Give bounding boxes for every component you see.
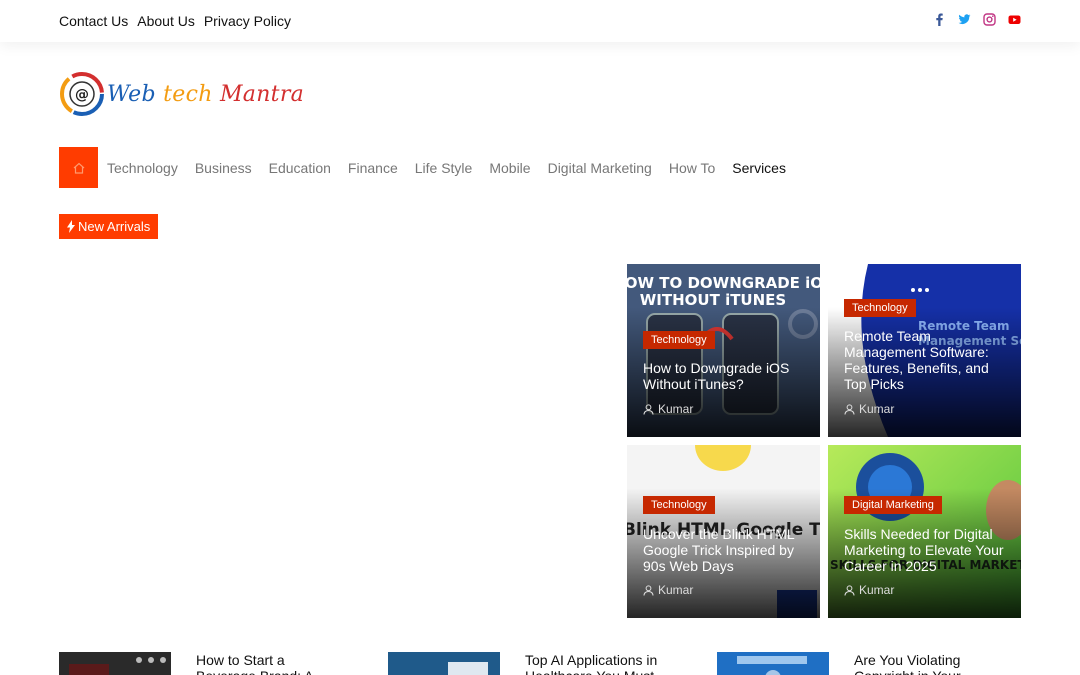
privacy-policy-link[interactable]: Privacy Policy: [204, 13, 291, 29]
twitter-icon[interactable]: [958, 13, 971, 26]
card-category[interactable]: Technology: [643, 331, 715, 349]
bottom-post-thumbnail: [59, 652, 171, 675]
bottom-post-title[interactable]: How to Start a Beverage Brand: A Step-by…: [196, 652, 341, 675]
bottom-post-title[interactable]: Top AI Applications in Healthcare You Mu…: [525, 652, 670, 675]
nav-technology[interactable]: Technology: [107, 160, 178, 176]
user-icon: [643, 584, 654, 596]
main-nav: Technology Business Education Finance Li…: [59, 147, 794, 188]
site-logo[interactable]: @ Web tech Mantra: [59, 70, 304, 118]
logo-text-web: Web: [107, 81, 164, 107]
nav-education[interactable]: Education: [269, 160, 331, 176]
card-category[interactable]: Digital Marketing: [844, 496, 942, 514]
card-title[interactable]: Skills Needed for Digital Marketing to E…: [844, 526, 1009, 574]
card-author[interactable]: Kumar: [844, 402, 894, 416]
nav-services[interactable]: Services: [732, 160, 786, 176]
logo-text-mantra: Mantra: [219, 81, 305, 107]
about-us-link[interactable]: About Us: [137, 13, 195, 29]
post-card[interactable]: SKILLS FOR DIGITAL MARKETING Digital Mar…: [828, 445, 1021, 618]
card-category[interactable]: Technology: [643, 496, 715, 514]
bottom-post-title[interactable]: Are You Violating Copyright in Your Bran…: [854, 652, 999, 675]
post-card[interactable]: Blink HTML Google Tric Technology Uncove…: [627, 445, 820, 618]
logo-text-tech: tech: [163, 81, 220, 107]
nav-business[interactable]: Business: [195, 160, 252, 176]
card-author-name: Kumar: [658, 402, 694, 416]
bottom-post[interactable]: Top AI Applications in Healthcare You Mu…: [388, 652, 670, 675]
card-author[interactable]: Kumar: [643, 402, 693, 416]
bolt-icon: [67, 220, 75, 233]
card-category[interactable]: Technology: [844, 299, 916, 317]
logo-mark-icon: @: [60, 72, 104, 116]
nav-digital-marketing[interactable]: Digital Marketing: [548, 160, 652, 176]
post-card[interactable]: HOW TO DOWNGRADE iOS WITHOUT iTUNES Tech…: [627, 264, 820, 437]
instagram-icon[interactable]: [983, 13, 996, 26]
nav-mobile[interactable]: Mobile: [489, 160, 530, 176]
top-links: Contact Us About Us Privacy Policy: [59, 13, 291, 29]
new-arrivals-label: New Arrivals: [78, 219, 151, 234]
nav-life-style[interactable]: Life Style: [415, 160, 473, 176]
home-button[interactable]: [59, 147, 98, 188]
youtube-icon[interactable]: [1008, 13, 1021, 26]
bottom-post-thumbnail: [717, 652, 829, 675]
nav-finance[interactable]: Finance: [348, 160, 398, 176]
card-author[interactable]: Kumar: [844, 583, 894, 597]
card-title[interactable]: Uncover the Blink HTML Google Trick Insp…: [643, 526, 808, 574]
facebook-icon[interactable]: [933, 13, 946, 26]
card-author-name: Kumar: [859, 402, 895, 416]
post-card[interactable]: Remote Team Management So Technology Rem…: [828, 264, 1021, 437]
bottom-post-thumbnail: [388, 652, 500, 675]
home-icon: [73, 162, 84, 174]
user-icon: [844, 584, 855, 596]
social-links: [933, 13, 1021, 26]
user-icon: [643, 403, 654, 415]
new-arrivals-badge: New Arrivals: [59, 214, 159, 239]
card-title[interactable]: How to Downgrade iOS Without iTunes?: [643, 360, 808, 392]
card-author-name: Kumar: [658, 583, 694, 597]
card-title[interactable]: Remote Team Management Software: Feature…: [844, 328, 1009, 392]
bottom-post[interactable]: How to Start a Beverage Brand: A Step-by…: [59, 652, 341, 675]
logo-text: Web tech Mantra: [107, 82, 304, 107]
nav-how-to[interactable]: How To: [669, 160, 715, 176]
card-author-name: Kumar: [859, 583, 895, 597]
user-icon: [844, 403, 855, 415]
svg-text:@: @: [75, 87, 89, 103]
top-bar: Contact Us About Us Privacy Policy: [0, 0, 1080, 42]
bottom-post[interactable]: Are You Violating Copyright in Your Bran…: [717, 652, 999, 675]
contact-us-link[interactable]: Contact Us: [59, 13, 128, 29]
card-author[interactable]: Kumar: [643, 583, 693, 597]
